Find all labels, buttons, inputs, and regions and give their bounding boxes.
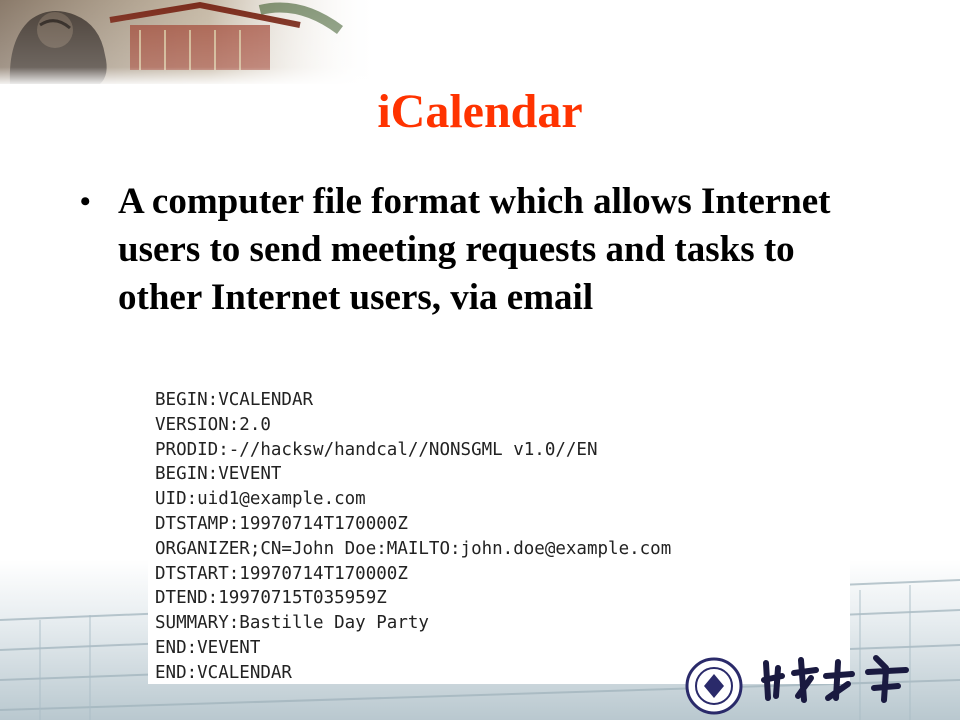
code-line: END:VCALENDAR [155,662,292,683]
university-calligraphy-logo [756,648,936,708]
code-line: DTSTAMP:19970714T170000Z [155,513,408,534]
slide-title: iCalendar [377,85,583,138]
code-line: BEGIN:VEVENT [155,464,282,485]
bullet-text: A computer file format which allows Inte… [118,181,831,318]
code-line: DTSTART:19970714T170000Z [155,563,408,584]
code-line: ORGANIZER;CN=John Doe:MAILTO:john.doe@ex… [155,538,672,559]
code-line: BEGIN:VCALENDAR [155,390,314,410]
code-line: END:VEVENT [155,637,261,658]
code-line: DTEND:19970715T035959Z [155,588,387,609]
code-line: SUMMARY:Bastille Day Party [155,613,429,634]
code-line: PRODID:-//hacksw/handcal//NONSGML v1.0//… [155,439,598,460]
bullet-marker: • [80,185,91,218]
icalendar-code-sample: BEGIN:VCALENDAR VERSION:2.0 PRODID:-//ha… [148,384,850,684]
code-line: UID:uid1@example.com [155,489,366,510]
code-line: VERSION:2.0 [155,414,271,435]
university-seal-icon [684,656,744,716]
header-photo-banner [0,0,380,84]
